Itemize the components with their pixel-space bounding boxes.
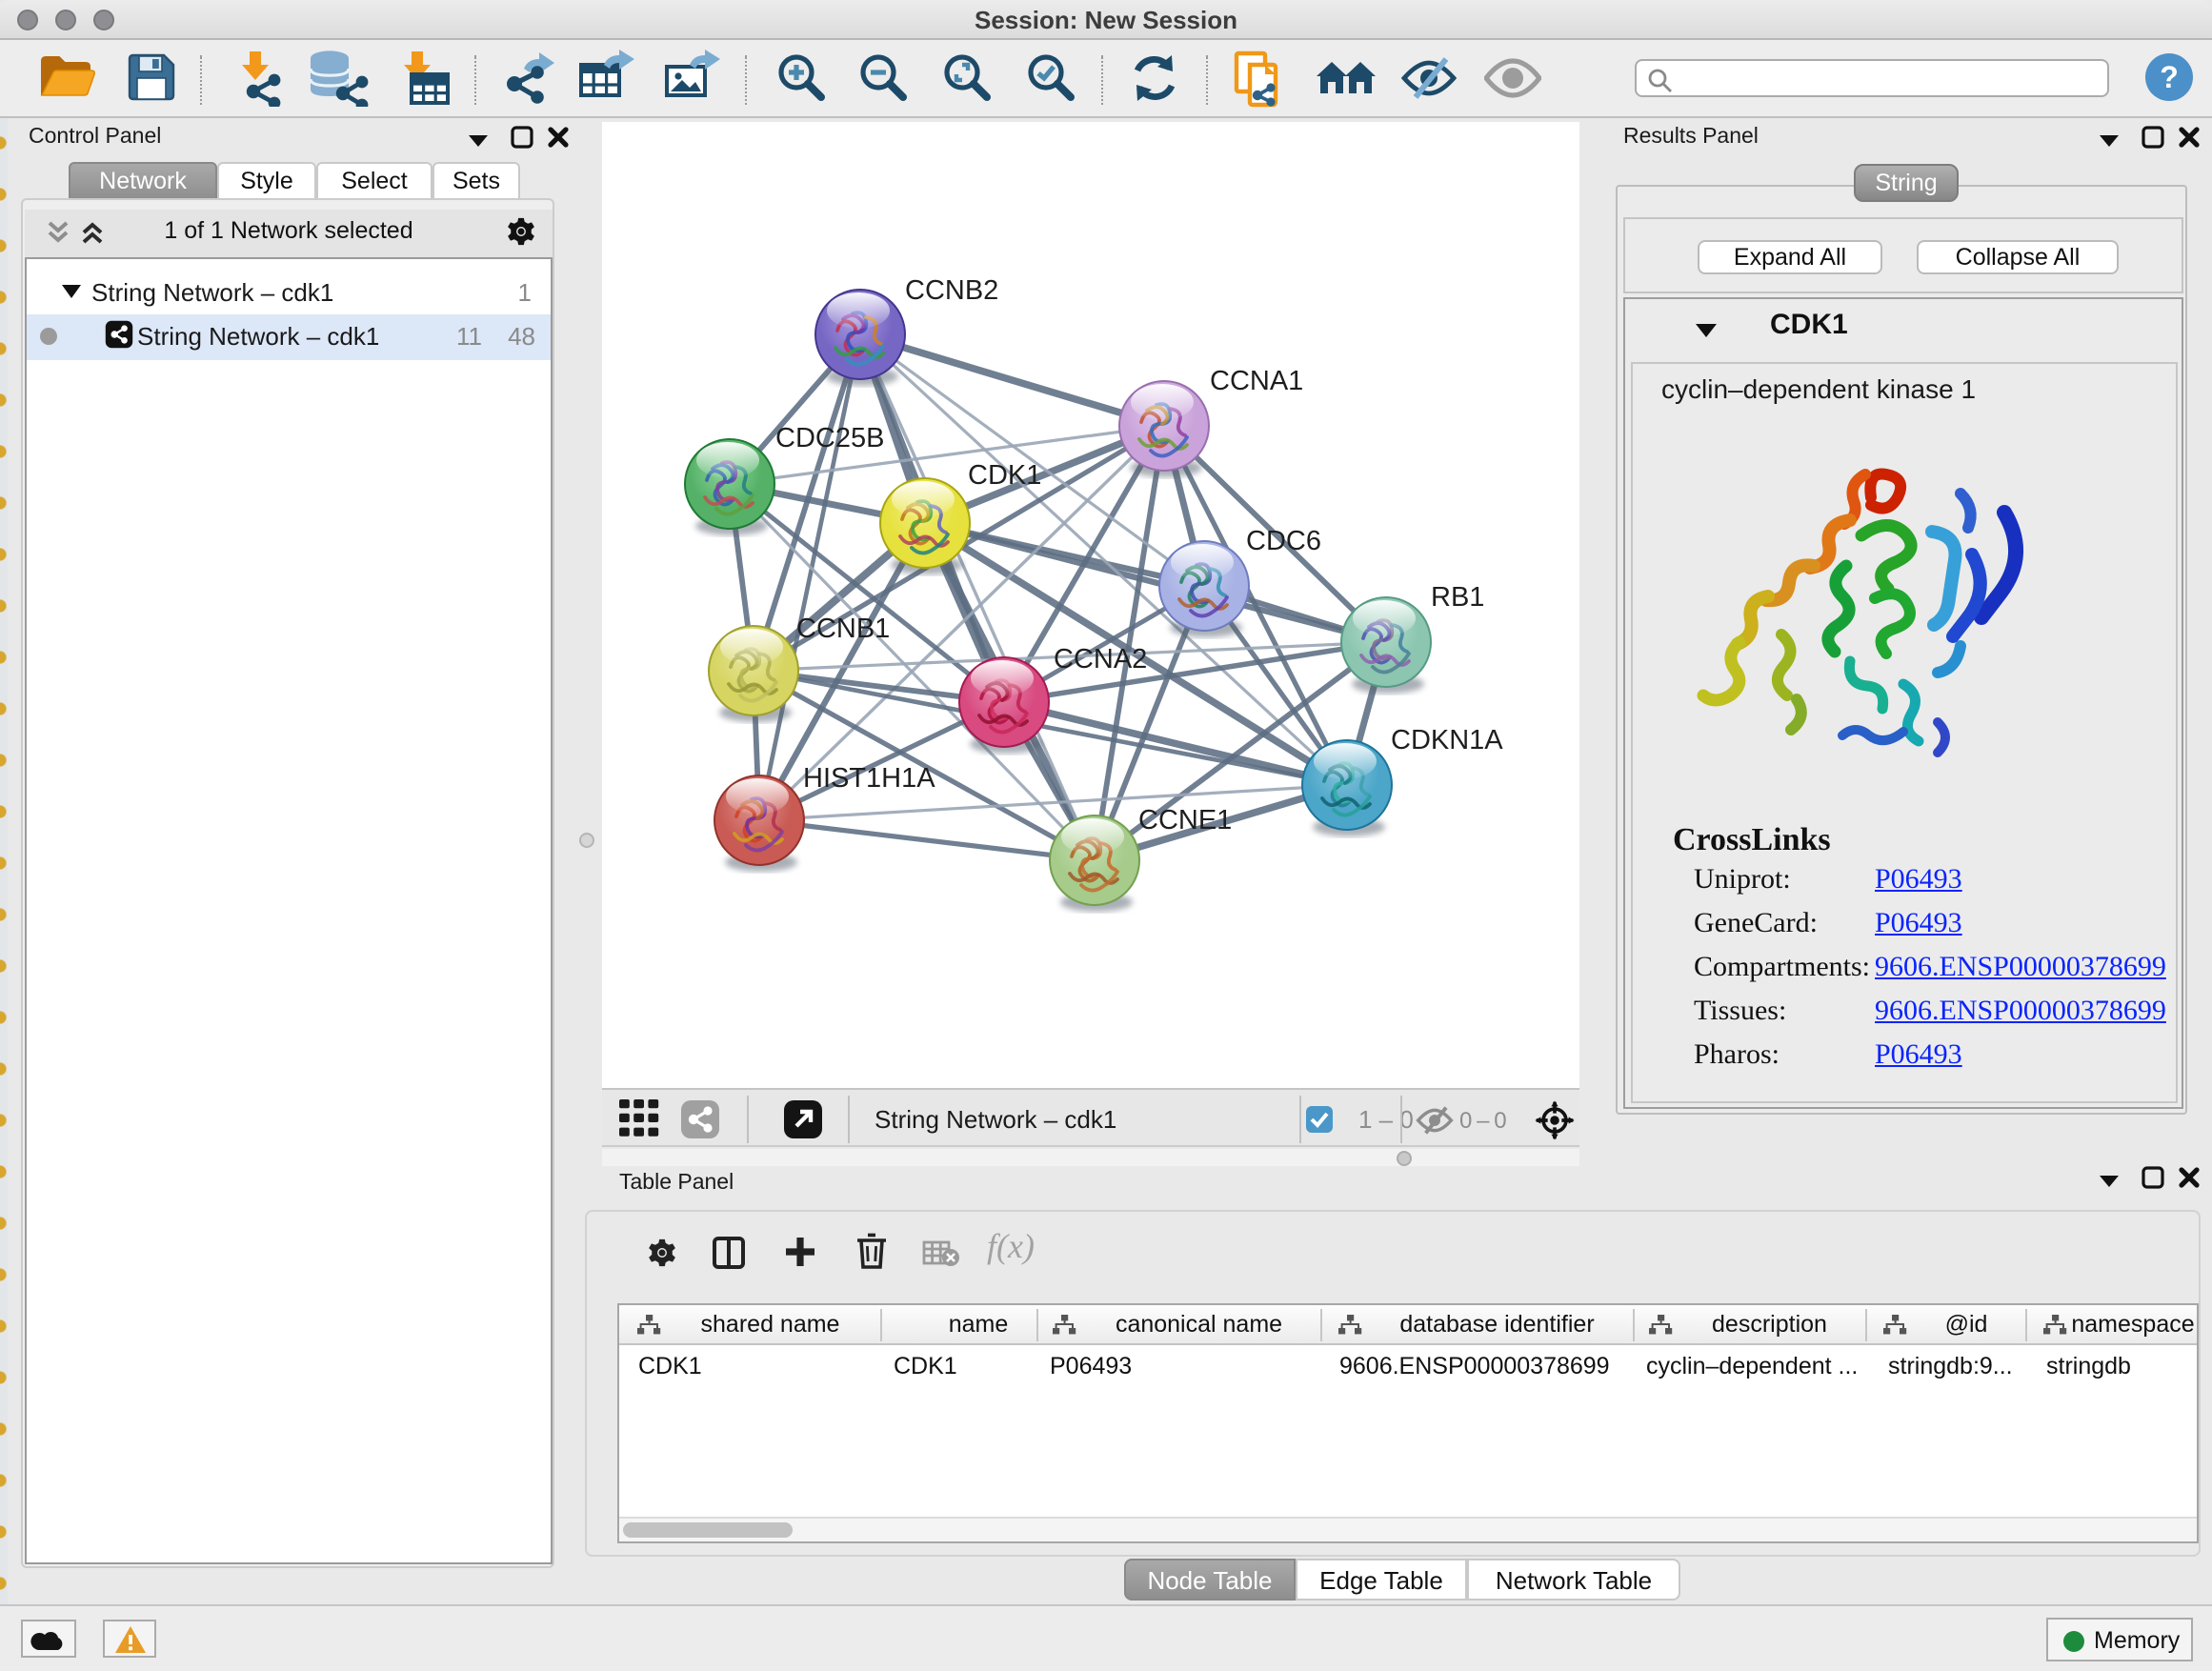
svg-text:CCNA2: CCNA2 [1054, 644, 1147, 674]
svg-text:RB1: RB1 [1431, 582, 1484, 613]
svg-text:HIST1H1A: HIST1H1A [803, 763, 935, 794]
svg-text:CDKN1A: CDKN1A [1391, 725, 1503, 755]
svg-text:CCNA1: CCNA1 [1210, 366, 1303, 396]
svg-text:CCNB1: CCNB1 [796, 614, 890, 644]
svg-text:CDC25B: CDC25B [775, 423, 884, 453]
svg-text:?: ? [2160, 60, 2179, 94]
svg-text:CCNB2: CCNB2 [905, 275, 998, 306]
svg-text:CCNE1: CCNE1 [1138, 805, 1232, 836]
svg-text:CDK1: CDK1 [968, 460, 1041, 491]
svg-text:CDC6: CDC6 [1246, 526, 1321, 556]
